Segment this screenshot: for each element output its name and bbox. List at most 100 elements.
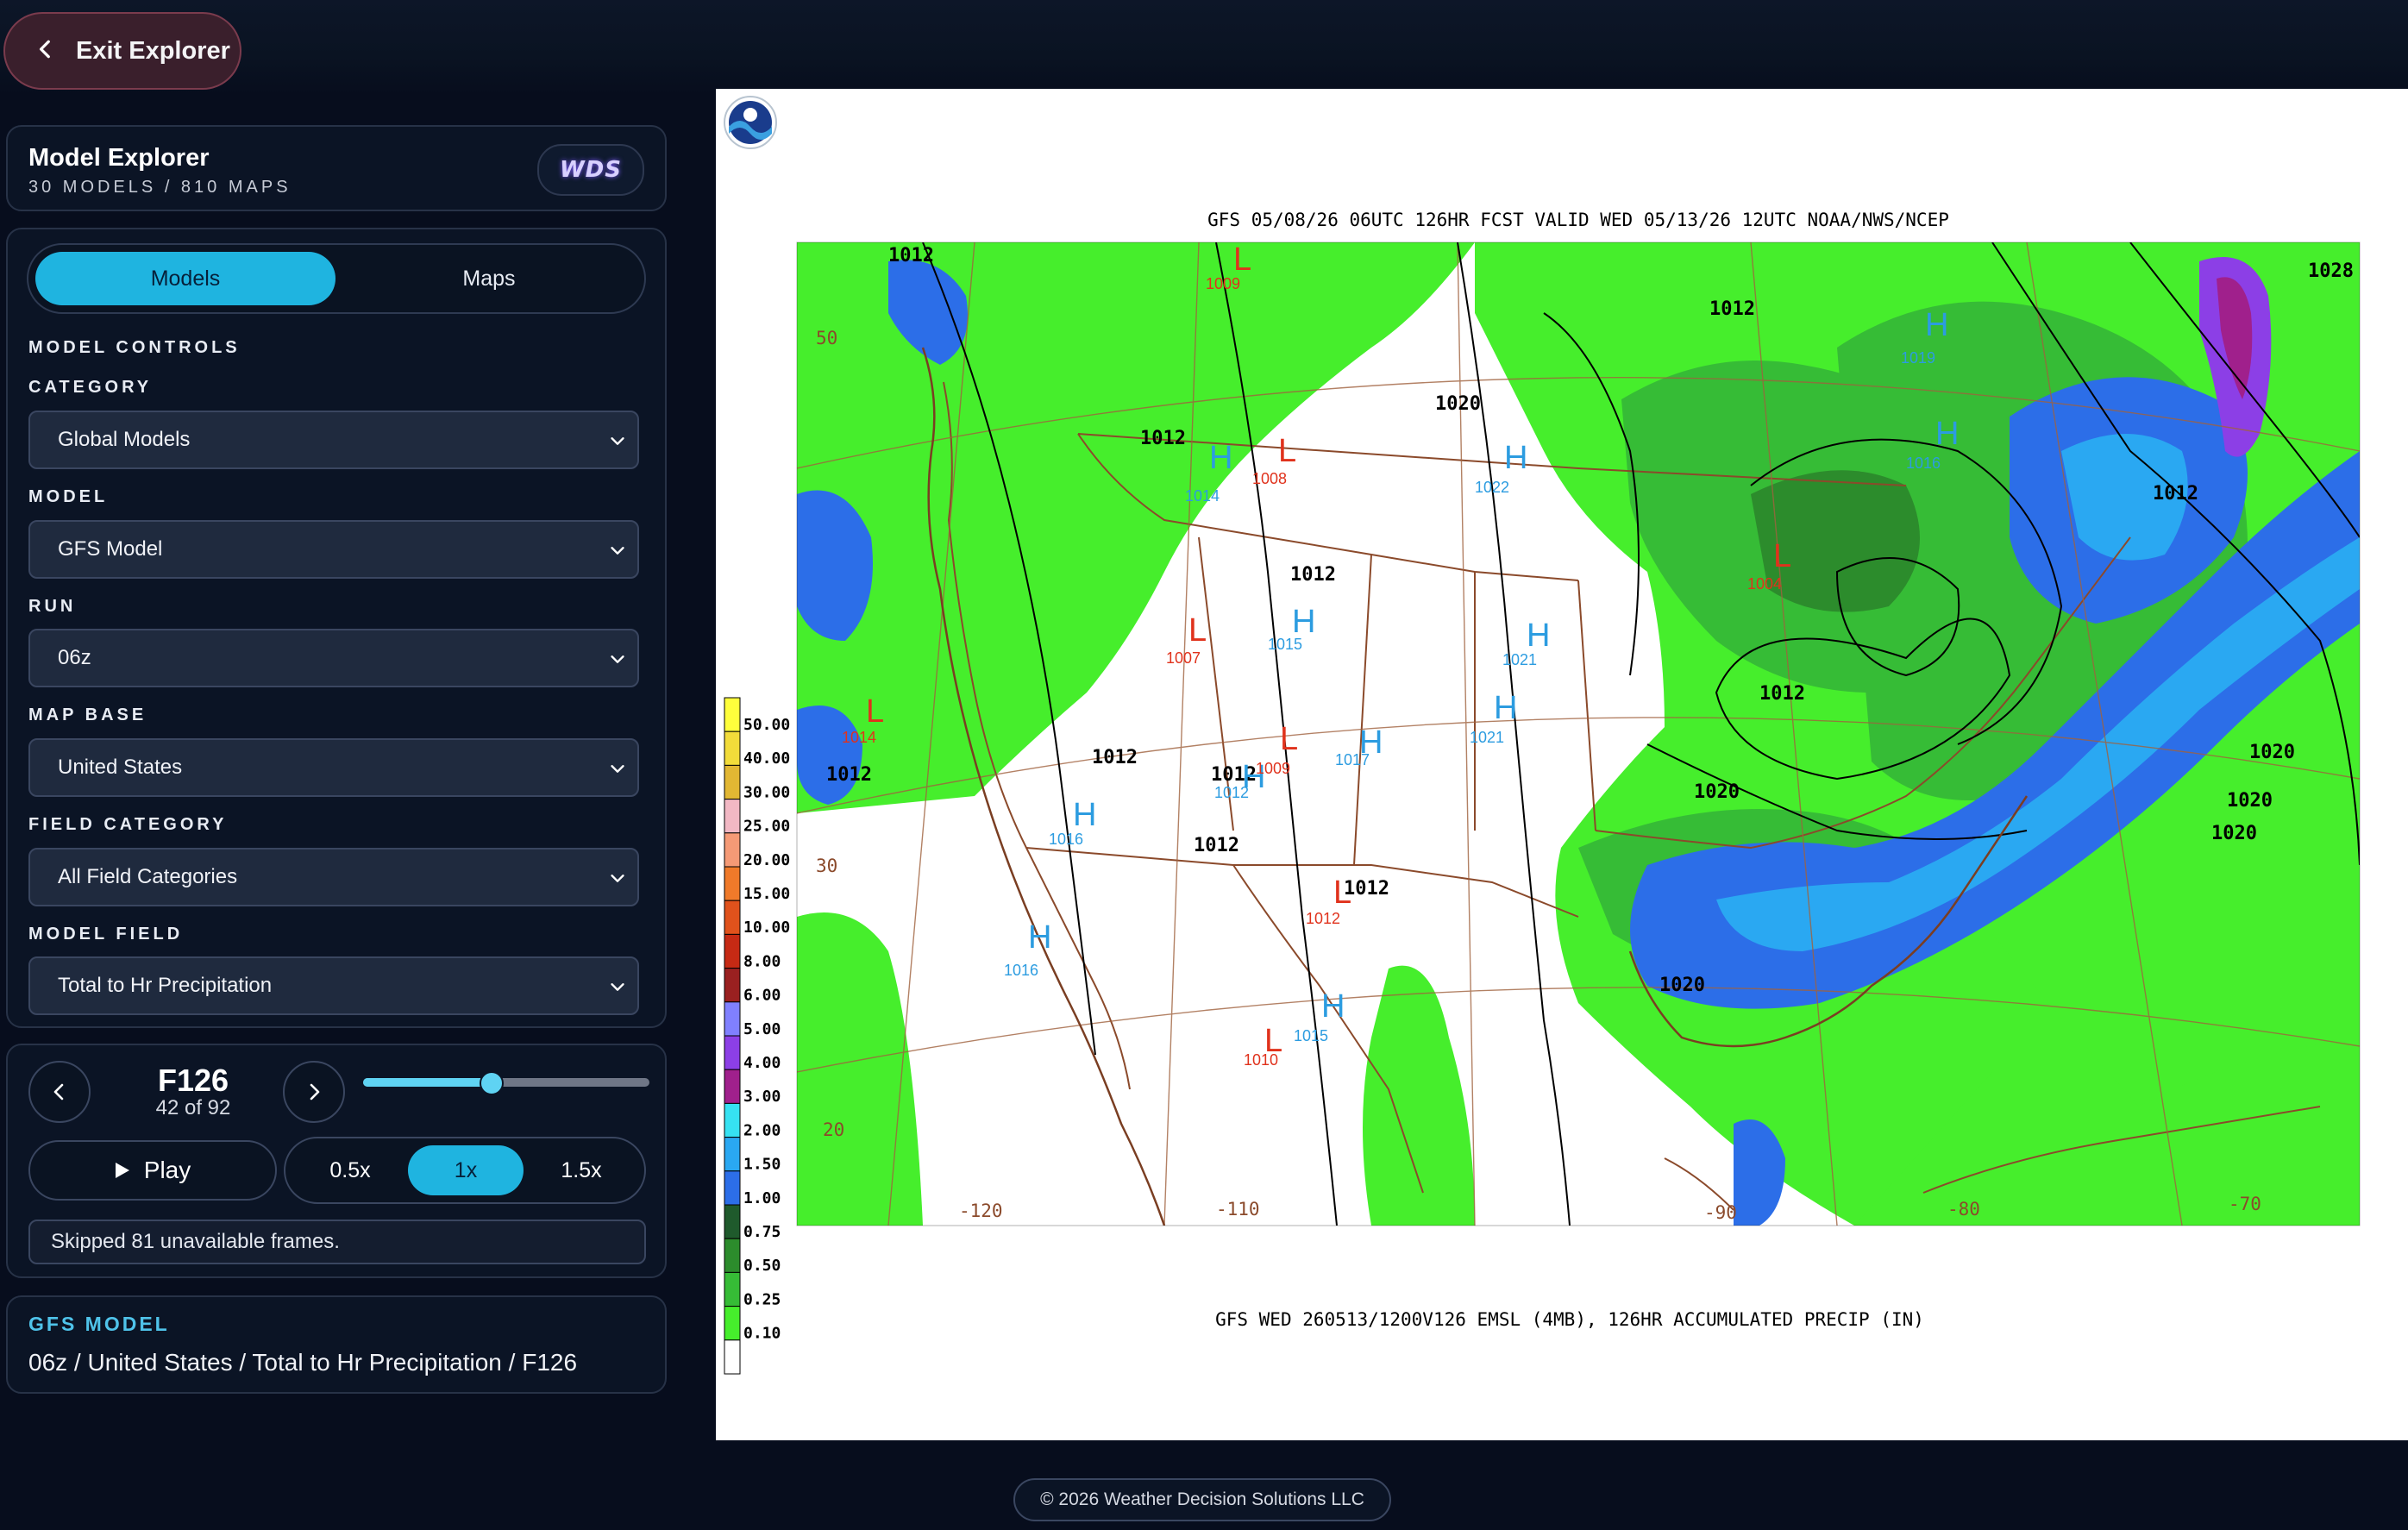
high-value: 1017 (1335, 751, 1370, 768)
slider-thumb[interactable] (480, 1071, 505, 1095)
map-header-text: GFS 05/08/26 06UTC 126HR FCST VALID WED … (1207, 210, 1949, 230)
forecast-map-graphic: GFS 05/08/26 06UTC 126HR FCST VALID WED … (724, 96, 2361, 1375)
high-mark: H (1504, 440, 1527, 476)
lon-label: -90 (1704, 1202, 1737, 1223)
isobar-label: 1020 (2249, 742, 2295, 763)
field-category-select[interactable]: All Field Categories (28, 848, 639, 906)
chevron-down-icon (611, 655, 624, 663)
selection-title: GFS MODEL (28, 1313, 170, 1335)
legend-label: 0.25 (743, 1290, 781, 1308)
lat-label: 30 (816, 856, 837, 876)
legend-swatch (724, 900, 741, 935)
legend-label: 6.00 (743, 987, 781, 1005)
frame-position: 42 of 92 (155, 1096, 231, 1119)
legend-label: 1.00 (743, 1189, 781, 1207)
legend-swatch (724, 1035, 741, 1070)
model-select[interactable]: GFS Model (28, 520, 639, 579)
frame-slider[interactable] (358, 1071, 655, 1095)
next-frame-button[interactable] (283, 1061, 345, 1123)
chevron-left-icon (53, 1083, 64, 1100)
legend-label: 50.00 (743, 716, 790, 734)
isobar-label: 1012 (1290, 564, 1336, 586)
field-category-label: FIELD CATEGORY (28, 815, 228, 834)
frame-label: F126 (157, 1063, 229, 1098)
legend-swatch (724, 1238, 741, 1273)
legend-label: 20.00 (743, 851, 790, 869)
legend-swatch (724, 832, 741, 868)
page-subtitle: 30 MODELS / 810 MAPS (28, 178, 292, 197)
legend-label: 4.00 (743, 1054, 781, 1072)
legend-label: 5.00 (743, 1020, 781, 1038)
legend-swatch (724, 1271, 741, 1307)
speed-option-0-5x[interactable]: 0.5x (292, 1145, 408, 1195)
speed-option-1-5x[interactable]: 1.5x (524, 1145, 639, 1195)
model-select-value: GFS Model (58, 537, 163, 561)
map-base-label: MAP BASE (28, 705, 147, 724)
legend-label: 0.75 (743, 1223, 781, 1241)
isobar-label: 1012 (888, 245, 934, 266)
legend-swatch (724, 866, 741, 901)
chevron-down-icon (611, 437, 624, 445)
legend-swatch (724, 1069, 741, 1104)
tab-maps[interactable]: Maps (339, 252, 639, 305)
skipped-frames-notice: Skipped 81 unavailable frames. (28, 1220, 646, 1264)
legend-label: 0.50 (743, 1257, 781, 1275)
forecast-map: GFS 05/08/26 06UTC 126HR FCST VALID WED … (716, 89, 2408, 1440)
low-mark: L (1188, 612, 1207, 649)
low-value: 1009 (1256, 760, 1290, 777)
isobar-label: 1012 (1759, 683, 1805, 705)
legend-label: 40.00 (743, 749, 790, 768)
high-mark: H (1292, 604, 1315, 640)
low-mark: L (1233, 241, 1251, 278)
precip-legend: 50.00 40.00 30.00 25.00 20.00 15.00 10.00 8.00 6… (724, 697, 790, 1375)
legend-swatch (724, 1001, 741, 1037)
low-value: 1008 (1252, 470, 1287, 487)
legend-swatch (724, 933, 741, 969)
exit-explorer-button[interactable]: Exit Explorer (3, 12, 241, 90)
isobar-label: 1012 (1709, 298, 1755, 320)
category-select[interactable]: Global Models (28, 411, 639, 469)
model-controls-panel: Models Maps MODEL CONTROLS CATEGORY Glob… (6, 228, 667, 1028)
isobar-label: 1012 (826, 764, 872, 786)
high-value: 1016 (1049, 831, 1083, 848)
high-mark: H (1073, 797, 1096, 833)
play-button[interactable]: Play (28, 1140, 277, 1201)
previous-frame-button[interactable] (28, 1061, 91, 1123)
model-field-select[interactable]: Total to Hr Precipitation (28, 956, 639, 1015)
legend-swatch (724, 968, 741, 1003)
brand-logo-text: WDS (560, 157, 622, 183)
map-base-select-value: United States (58, 756, 183, 779)
low-value: 1010 (1244, 1051, 1278, 1069)
chevron-down-icon (611, 547, 624, 555)
isobar-label: 1020 (2227, 790, 2273, 812)
speed-option-1x[interactable]: 1x (408, 1145, 524, 1195)
legend-swatch (724, 764, 741, 800)
run-select[interactable]: 06z (28, 629, 639, 687)
isobar-label: 1020 (1694, 781, 1740, 803)
page-title: Model Explorer (28, 144, 210, 172)
high-value: 1021 (1502, 651, 1537, 668)
high-value: 1022 (1475, 479, 1509, 496)
high-mark: H (1028, 919, 1051, 956)
precip-field (797, 242, 2360, 1226)
high-mark: H (1209, 440, 1232, 476)
legend-label: 1.50 (743, 1156, 781, 1174)
legend-label: 25.00 (743, 818, 790, 836)
low-value: 1014 (842, 729, 876, 746)
chevron-down-icon (611, 983, 624, 991)
top-bar (0, 0, 2408, 95)
legend-swatch (724, 1137, 741, 1172)
lon-label: -110 (1216, 1199, 1260, 1220)
lat-label: 20 (823, 1119, 844, 1140)
map-base-select[interactable]: United States (28, 738, 639, 797)
chevron-right-icon (310, 1083, 320, 1100)
legend-label: 0.10 (743, 1325, 781, 1343)
high-mark: H (1527, 618, 1550, 654)
isobar-label: 1020 (2211, 823, 2257, 844)
high-value: 1016 (1906, 455, 1941, 472)
model-field-label: MODEL FIELD (28, 925, 184, 944)
low-mark: L (1773, 538, 1791, 574)
legend-swatch (724, 799, 741, 834)
tab-models[interactable]: Models (35, 252, 335, 305)
low-mark: L (1278, 433, 1296, 469)
